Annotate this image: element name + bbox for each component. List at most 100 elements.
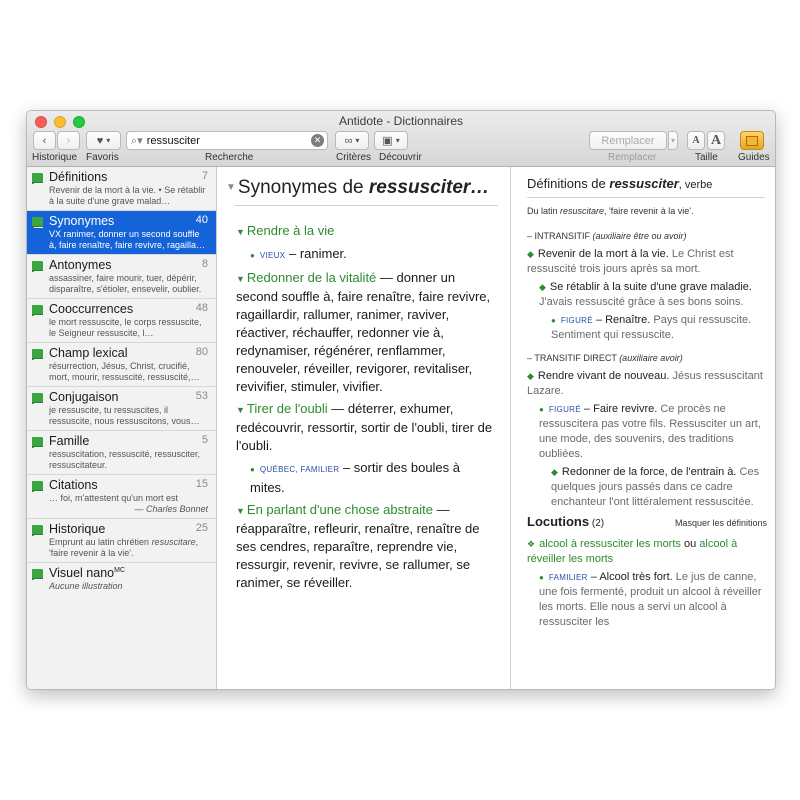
disclosure-triangle-icon[interactable]: ▼ bbox=[236, 227, 245, 237]
sidebar-item-label: Cooccurrences bbox=[49, 302, 134, 316]
diamond-bullet-icon: ◆ bbox=[539, 282, 546, 292]
sidebar-item-visuel-nano[interactable]: Visuel nanoMC Aucune illustration bbox=[27, 563, 216, 607]
chevron-down-icon: ▾ bbox=[670, 136, 675, 145]
book-icon bbox=[32, 525, 43, 536]
bullet-icon: ● bbox=[250, 465, 255, 474]
window-title: Antidote - Dictionnaires bbox=[338, 114, 464, 128]
definitions-panel: Définitions de ressusciter, verbe Du lat… bbox=[511, 167, 775, 689]
guides-button[interactable] bbox=[740, 131, 764, 150]
sidebar-item-conjugaison[interactable]: Conjugaison 53 je ressuscite, tu ressusci… bbox=[27, 387, 216, 431]
sidebar-item-label: Conjugaison bbox=[49, 390, 119, 404]
replace-button[interactable]: Remplacer bbox=[589, 131, 667, 150]
sense-heading[interactable]: Redonner de la vitalité bbox=[247, 270, 376, 285]
grammar-label: – TRANSITIF DIRECT (auxiliaire avoir) bbox=[527, 353, 683, 363]
sidebar-item-preview: Emprunt au latin chrétien resuscitare, '… bbox=[49, 537, 199, 558]
diamond-bullet-icon: ◆ bbox=[527, 371, 534, 381]
synonym-line: ● QUÉBEC, FAMILIER – sortir des boules à … bbox=[250, 460, 461, 495]
sidebar-item-preview: je ressuscite, tu ressuscites, il ressus… bbox=[49, 405, 200, 426]
search-label: Recherche bbox=[205, 152, 254, 163]
search-icon: ⌕▾ bbox=[131, 134, 143, 147]
sidebar-item-preview: … foi, m'attestent qu'un mort est ressus… bbox=[49, 493, 178, 503]
chevron-down-icon: ▾ bbox=[355, 136, 360, 145]
synonyms-list: ▼ Rendre à la vie ● VIEUX – ranimer. ▼ Redo… bbox=[236, 222, 498, 592]
diamond-bullet-icon: ◆ bbox=[551, 467, 558, 477]
divider bbox=[235, 205, 498, 206]
definitions-title: Définitions de ressusciter, verbe bbox=[527, 176, 713, 191]
book-icon bbox=[746, 135, 758, 146]
sidebar-item-citations[interactable]: Citations 15 … foi, m'attestent qu'un mor… bbox=[27, 475, 216, 519]
sidebar-item-count: 25 bbox=[195, 522, 208, 534]
sidebar-item-count: 15 bbox=[195, 478, 208, 490]
locution-item: ❖ alcool à ressusciter les morts ou alcoo… bbox=[527, 538, 738, 565]
criteria-button[interactable]: ∞ ▾ bbox=[335, 131, 369, 150]
sidebar-item-synonymes[interactable]: Synonymes 40 VX ranimer, donner un second… bbox=[27, 211, 216, 255]
sidebar-item-label: Historique bbox=[49, 522, 106, 536]
sidebar-item-cooccurrences[interactable]: Cooccurrences 48 le mort ressuscite, le c… bbox=[27, 299, 216, 343]
size-label: Taille bbox=[695, 152, 718, 163]
book-icon bbox=[32, 349, 43, 360]
text-size-smaller-button[interactable]: A bbox=[687, 131, 705, 150]
disclosure-triangle-icon[interactable]: ▼ bbox=[236, 405, 245, 415]
definitions-list: Du latin resuscitare, 'faire revenir à l… bbox=[527, 204, 767, 630]
search-field[interactable]: ⌕▾ ressusciter ✕ bbox=[126, 131, 328, 150]
definition-item: ● FIGURÉ – Faire revivre. Ce procès ne re… bbox=[539, 403, 761, 460]
app-window: Antidote - Dictionnaires ‹ › ♥ ▾ ⌕▾ ressu… bbox=[26, 110, 776, 690]
synonym-line: ● VIEUX – ranimer. bbox=[250, 246, 347, 261]
sidebar-item-label: Visuel nanoMC bbox=[49, 566, 125, 580]
sidebar-item-champ-lexical[interactable]: Champ lexical 80 résurrection, Jésus, Chr… bbox=[27, 343, 216, 387]
guides-label: Guides bbox=[738, 152, 770, 163]
sidebar-item-famille[interactable]: Famille 5 ressuscitation, ressuscité, res… bbox=[27, 431, 216, 475]
disclosure-triangle-icon[interactable]: ▼ bbox=[236, 274, 245, 284]
divider bbox=[527, 197, 765, 198]
favorites-button[interactable]: ♥ ▾ bbox=[86, 131, 121, 150]
sidebar-item-antonymes[interactable]: Antonymes 8 assassiner, faire mourir, tue… bbox=[27, 255, 216, 299]
forward-button[interactable]: › bbox=[57, 131, 80, 150]
text-size-larger-button[interactable]: A bbox=[707, 131, 725, 150]
book-icon bbox=[32, 393, 43, 404]
hide-definitions-link[interactable]: Masquer les définitions bbox=[675, 516, 767, 531]
history-label: Historique bbox=[32, 152, 78, 163]
book-icon bbox=[32, 305, 43, 316]
definition-item: ◆ Redonner de la force, de l'entrain à. C… bbox=[551, 466, 760, 508]
disclosure-triangle-icon[interactable]: ▼ bbox=[236, 506, 245, 516]
bullet-icon: ● bbox=[539, 405, 544, 414]
sense-heading[interactable]: En parlant d'une chose abstraite bbox=[247, 502, 433, 517]
sense-heading[interactable]: ▼ Rendre à la vie bbox=[236, 222, 498, 241]
chevron-down-icon: ▾ bbox=[106, 136, 111, 145]
definition-item: ◆ Se rétablir à la suite d'une grave mala… bbox=[539, 281, 752, 308]
citation-author: — Charles Bonnet bbox=[134, 504, 208, 514]
book-icon bbox=[32, 437, 43, 448]
discover-label: Découvrir bbox=[379, 152, 422, 163]
etymology: Du latin resuscitare, 'faire revenir à l… bbox=[527, 206, 694, 216]
sidebar-item-count: 80 bbox=[195, 346, 208, 358]
diamond-bullet-icon: ◆ bbox=[527, 249, 534, 259]
replace-dropdown[interactable]: ▾ bbox=[668, 131, 678, 150]
clear-search-icon[interactable]: ✕ bbox=[311, 134, 324, 147]
discover-button[interactable]: ▣ ▾ bbox=[374, 131, 408, 150]
sidebar-item-preview: assassiner, faire mourir, tuer, dépérir,… bbox=[49, 273, 202, 294]
synonym-group: ▼ En parlant d'une chose abstraite — réap… bbox=[236, 502, 480, 590]
bullet-icon: ● bbox=[551, 316, 556, 325]
sense-heading[interactable]: Tirer de l'oubli bbox=[247, 401, 328, 416]
sidebar-item-preview: Aucune illustration bbox=[49, 581, 123, 591]
locution-link[interactable]: alcool à ressusciter les morts bbox=[539, 538, 681, 550]
locutions-title: Locutions (2) bbox=[527, 514, 605, 529]
bullet-icon: ● bbox=[250, 251, 255, 260]
book-icon bbox=[32, 217, 43, 228]
book-icon bbox=[32, 261, 43, 272]
chevron-right-icon: › bbox=[66, 134, 71, 147]
definition-item: ◆ Revenir de la mort à la vie. Le Christ … bbox=[527, 248, 734, 275]
sidebar-item-definitions[interactable]: Définitions 7 Revenir de la mort à la vie… bbox=[27, 167, 216, 211]
sidebar-item-preview: ressuscitation, ressuscité, ressusciter,… bbox=[49, 449, 201, 470]
cross-bullet-icon: ❖ bbox=[527, 539, 536, 549]
sidebar-item-label: Champ lexical bbox=[49, 346, 128, 360]
synonyms-panel: ▼ Synonymes de ressusciter… ▼ Rendre à la … bbox=[217, 167, 511, 689]
back-button[interactable]: ‹ bbox=[33, 131, 56, 150]
synonyms-title: ▼ Synonymes de ressusciter… bbox=[226, 177, 490, 198]
search-input[interactable]: ressusciter bbox=[147, 135, 311, 147]
disclosure-triangle-icon[interactable]: ▼ bbox=[226, 182, 236, 193]
sidebar-item-historique[interactable]: Historique 25 Emprunt au latin chrétien r… bbox=[27, 519, 216, 563]
book-icon bbox=[32, 481, 43, 492]
sidebar-item-label: Famille bbox=[49, 434, 90, 448]
tshirt-icon: ▣ bbox=[382, 135, 393, 147]
